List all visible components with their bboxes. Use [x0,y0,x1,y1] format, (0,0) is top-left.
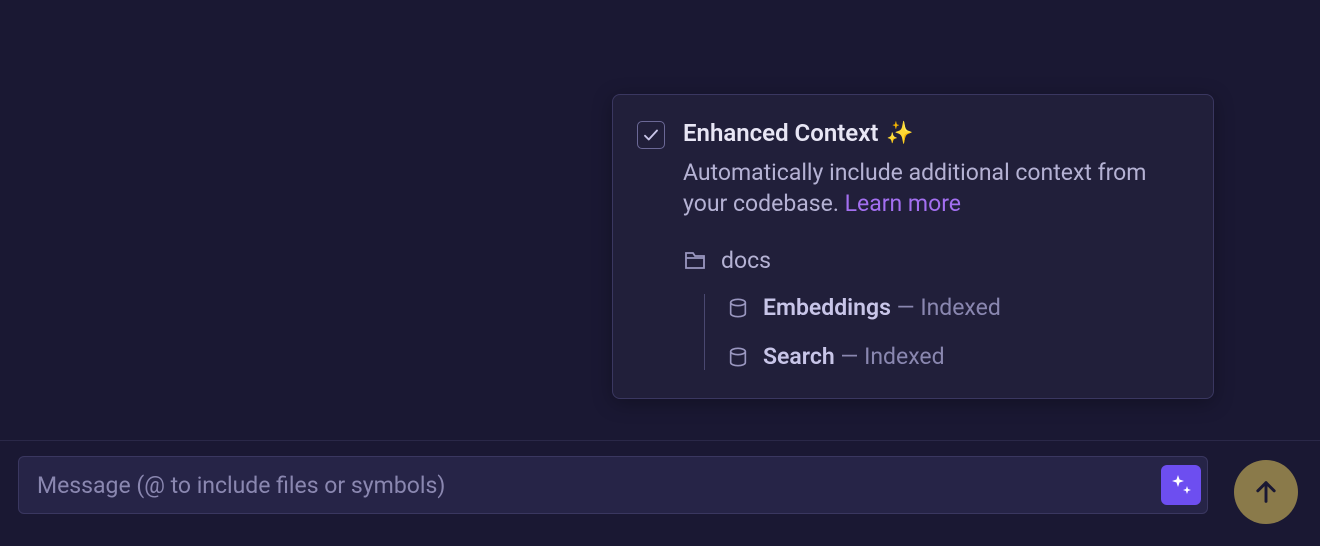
sparkles-icon [1169,473,1193,497]
database-icon [727,346,749,368]
arrow-up-icon [1252,478,1280,506]
enhanced-context-popup: Enhanced Context ✨ Automatically include… [612,94,1214,399]
indexed-item-search[interactable]: Search — Indexed [727,343,1185,370]
indexed-dash: — [840,343,864,370]
indexed-status: Indexed [920,294,1000,321]
popup-title: Enhanced Context ✨ [683,119,1185,147]
divider [0,440,1320,441]
check-icon [642,126,660,144]
indexed-dash: — [897,294,921,321]
indexed-name: Embeddings [763,294,891,321]
indexed-status: Indexed [864,343,944,370]
indexed-section: Embeddings — Indexed Search — Indexed [704,294,1185,370]
enhanced-context-checkbox[interactable] [637,121,665,149]
folder-name: docs [721,247,771,274]
folder-section: docs Embeddings — Indexed [683,247,1185,370]
database-icon [727,297,749,319]
message-input[interactable] [37,472,1161,499]
enhanced-context-button[interactable] [1161,465,1201,505]
folder-icon [683,249,707,273]
popup-description: Automatically include additional context… [683,157,1185,219]
folder-row[interactable]: docs [683,247,1185,274]
popup-title-text: Enhanced Context [683,119,878,147]
scroll-up-button[interactable] [1234,460,1298,524]
message-input-bar [18,456,1208,514]
indexed-name: Search [763,343,835,370]
sparkle-icon: ✨ [886,121,913,146]
popup-text: Enhanced Context ✨ Automatically include… [683,119,1185,219]
indexed-item-embeddings[interactable]: Embeddings — Indexed [727,294,1185,321]
learn-more-link[interactable]: Learn more [845,190,961,217]
popup-header: Enhanced Context ✨ Automatically include… [637,119,1185,219]
